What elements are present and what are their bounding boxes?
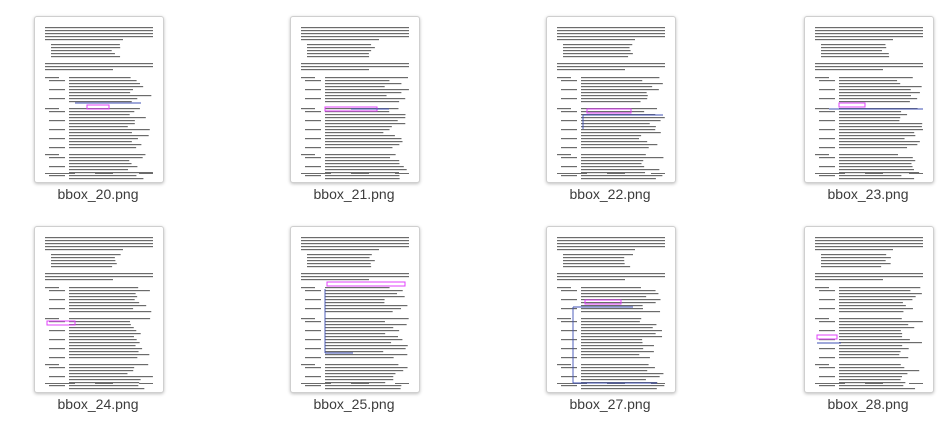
image-thumbnail-icon bbox=[290, 16, 420, 183]
document-page-preview bbox=[815, 237, 923, 390]
document-page-preview bbox=[45, 27, 153, 180]
image-thumbnail-icon bbox=[546, 16, 676, 183]
image-thumbnail-icon bbox=[804, 226, 934, 393]
document-page-preview bbox=[301, 237, 409, 390]
image-thumbnail-icon bbox=[34, 226, 164, 393]
file-item[interactable]: bbox_23.png bbox=[770, 0, 948, 202]
image-thumbnail-icon bbox=[290, 226, 420, 393]
file-name-label: bbox_27.png bbox=[569, 396, 651, 412]
document-page-preview bbox=[557, 237, 665, 390]
file-name-label: bbox_23.png bbox=[827, 186, 909, 202]
bbox-highlight bbox=[816, 334, 838, 340]
file-item[interactable]: bbox_27.png bbox=[512, 210, 692, 412]
image-thumbnail-icon bbox=[804, 16, 934, 183]
file-name-label: bbox_20.png bbox=[57, 186, 139, 202]
file-icon-grid: bbox_20.png bbox_21.png bbox_22.png bbox… bbox=[0, 0, 948, 422]
bbox-highlight bbox=[838, 102, 866, 108]
file-name-label: bbox_25.png bbox=[313, 396, 395, 412]
document-page-preview bbox=[45, 237, 153, 390]
file-item[interactable]: bbox_24.png bbox=[0, 210, 180, 412]
file-name-label: bbox_22.png bbox=[569, 186, 651, 202]
document-page-preview bbox=[815, 27, 923, 180]
file-name-label: bbox_28.png bbox=[827, 396, 909, 412]
file-item[interactable]: bbox_25.png bbox=[256, 210, 436, 412]
file-name-label: bbox_24.png bbox=[57, 396, 139, 412]
file-name-label: bbox_21.png bbox=[313, 186, 395, 202]
document-page-preview bbox=[557, 27, 665, 180]
bbox-highlight bbox=[326, 281, 406, 287]
file-item[interactable]: bbox_22.png bbox=[512, 0, 692, 202]
image-thumbnail-icon bbox=[34, 16, 164, 183]
file-item[interactable]: bbox_21.png bbox=[256, 0, 436, 202]
image-thumbnail-icon bbox=[546, 226, 676, 393]
document-page-preview bbox=[301, 27, 409, 180]
file-item[interactable]: bbox_28.png bbox=[770, 210, 948, 412]
file-item[interactable]: bbox_20.png bbox=[0, 0, 180, 202]
